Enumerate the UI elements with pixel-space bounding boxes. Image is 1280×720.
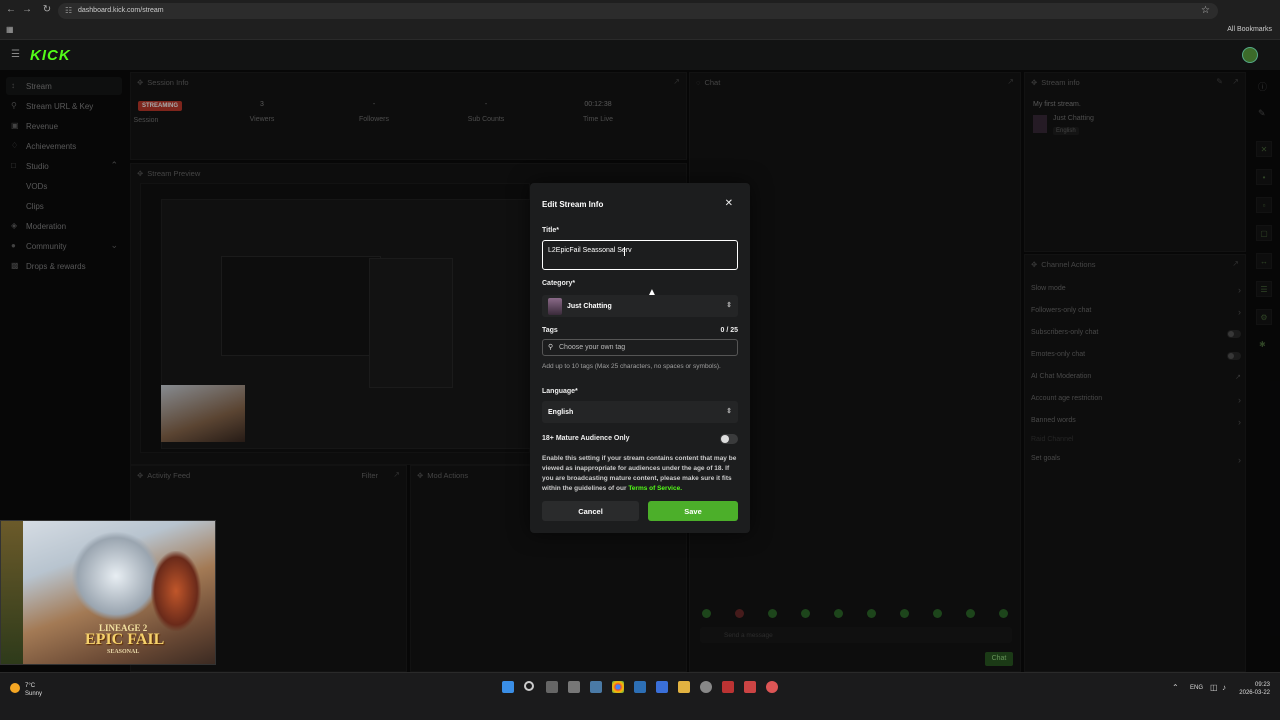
terms-of-service-link[interactable]: Terms of Service. <box>628 485 682 492</box>
search-icon[interactable] <box>524 681 534 691</box>
character-art <box>151 551 201 631</box>
chrome-icon[interactable] <box>612 681 624 693</box>
text-cursor <box>624 247 625 256</box>
all-bookmarks[interactable]: All Bookmarks <box>1227 26 1272 33</box>
tags-label: Tags <box>542 327 558 334</box>
kick-logo[interactable]: KICK <box>30 47 71 64</box>
app-icon[interactable] <box>568 681 580 693</box>
category-label: Category* <box>542 280 576 287</box>
chevron-up-icon[interactable]: ⌃ <box>1172 683 1179 692</box>
select-arrows-icon: ⇕ <box>726 408 732 415</box>
title-value: L2EpicFail Seassonal Serv <box>548 247 632 254</box>
language-indicator[interactable]: ENG <box>1190 685 1203 691</box>
document-icon[interactable] <box>656 681 668 693</box>
tags-count: 0 / 25 <box>720 327 738 334</box>
tags-input[interactable]: ⚲ Choose your own tag <box>542 339 738 356</box>
address-bar[interactable]: ☷ dashboard.kick.com/stream ☆ <box>58 3 1218 19</box>
obs-icon[interactable] <box>700 681 712 693</box>
app-icon[interactable] <box>744 681 756 693</box>
title-field[interactable] <box>542 240 738 270</box>
apps-icon[interactable]: ▦ <box>6 25 14 34</box>
category-thumbnail <box>548 298 562 315</box>
mature-toggle[interactable] <box>720 434 738 444</box>
app-header: ☰ KICK <box>0 40 1280 70</box>
menu-icon[interactable]: ☰ <box>11 49 20 60</box>
game-title-line2: EPIC FAIL <box>85 631 165 648</box>
mature-label: 18+ Mature Audience Only <box>542 435 630 442</box>
bookmark-star-icon[interactable]: ☆ <box>1201 5 1210 16</box>
forward-icon[interactable]: → <box>20 4 34 15</box>
back-icon[interactable]: ← <box>4 4 18 15</box>
network-icon[interactable]: ◫ <box>1210 683 1218 692</box>
language-label: Language* <box>542 388 578 395</box>
title-label: Title* <box>542 227 559 234</box>
webcam-overlay-image: LINEAGE 2 EPIC FAIL SEASONAL <box>0 520 216 665</box>
remote-desktop-icon[interactable] <box>634 681 646 693</box>
app-icon[interactable] <box>766 681 778 693</box>
bookmarks-bar: ▦ All Bookmarks <box>0 22 1280 40</box>
game-title-line3: SEASONAL <box>107 649 140 655</box>
task-view-icon[interactable] <box>546 681 558 693</box>
close-icon[interactable]: ✕ <box>725 198 733 209</box>
language-value: English <box>548 409 574 416</box>
clock[interactable]: 09:23 2026-03-22 <box>1239 681 1270 697</box>
mouse-cursor-icon: ▲ <box>647 287 657 298</box>
settings-icon[interactable] <box>590 681 602 693</box>
search-icon: ⚲ <box>548 344 554 351</box>
tags-placeholder: Choose your own tag <box>559 344 626 351</box>
avatar[interactable] <box>1242 47 1258 63</box>
mature-disclaimer: Enable this setting if your stream conta… <box>542 455 737 492</box>
file-explorer-icon[interactable] <box>678 681 690 693</box>
app-icon[interactable] <box>722 681 734 693</box>
browser-chrome: ← → ↻ ☷ dashboard.kick.com/stream ☆ ▦ Al… <box>0 0 1280 40</box>
edit-stream-info-modal: Edit Stream Info ✕ Title* L2EpicFail Sea… <box>530 183 750 533</box>
frame-border <box>1 521 23 664</box>
start-icon[interactable] <box>502 681 514 693</box>
character-art <box>71 531 161 621</box>
weather-sun-icon[interactable] <box>10 683 20 693</box>
weather-widget[interactable]: 7°C Sunny <box>25 682 42 698</box>
category-select[interactable]: Just Chatting ⇕ <box>542 295 738 317</box>
save-button[interactable]: Save <box>648 501 738 521</box>
modal-title: Edit Stream Info <box>542 200 604 209</box>
cancel-button[interactable]: Cancel <box>542 501 639 521</box>
language-select[interactable]: English ⇕ <box>542 401 738 423</box>
tags-help: Add up to 10 tags (Max 25 characters, no… <box>542 363 721 370</box>
taskbar: 7°C Sunny ⌃ ENG ◫ ♪ 09:23 2026-03-22 <box>0 672 1280 720</box>
volume-icon[interactable]: ♪ <box>1222 683 1226 692</box>
site-info-icon[interactable]: ☷ <box>65 6 72 15</box>
category-value: Just Chatting <box>567 303 612 310</box>
select-arrows-icon: ⇕ <box>726 302 732 309</box>
url-text: dashboard.kick.com/stream <box>78 7 164 14</box>
reload-icon[interactable]: ↻ <box>40 4 54 15</box>
